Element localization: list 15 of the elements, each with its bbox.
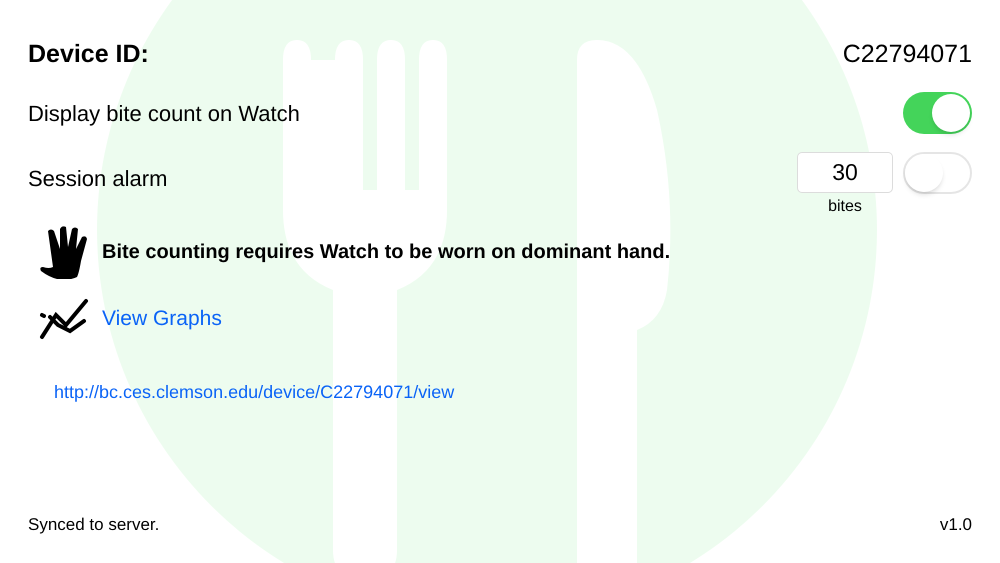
version-label: v1.0 — [940, 514, 972, 536]
toggle-switch[interactable] — [903, 152, 972, 194]
setting-label: Session alarm — [28, 165, 168, 193]
device-url-link[interactable]: http://bc.ces.clemson.edu/device/C22794071/view — [54, 379, 454, 406]
sync-status: Synced to server. — [28, 514, 160, 536]
hand-icon — [38, 225, 90, 279]
device-id-value: C22794071 — [842, 39, 972, 70]
line-chart-icon — [38, 297, 90, 341]
notice-text: Bite counting requires Watch to be worn on dominant hand. — [102, 240, 670, 265]
view-graphs-link[interactable]: View Graphs — [102, 303, 222, 335]
toggle-switch[interactable] — [903, 92, 972, 134]
device-id-label: Device ID: — [28, 39, 149, 70]
alarm-count-field[interactable]: 30 — [797, 152, 893, 193]
unit-label: bites — [828, 197, 862, 217]
setting-label: Display bite count on Watch — [28, 100, 300, 128]
